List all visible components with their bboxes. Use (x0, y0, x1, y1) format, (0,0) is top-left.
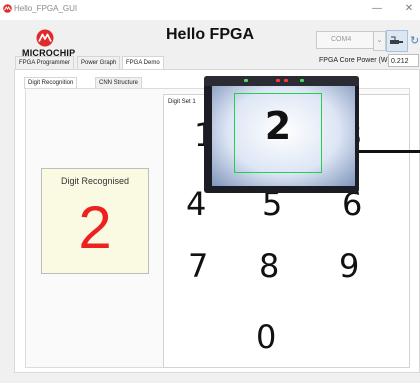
camera-feed-photo: 2 (204, 76, 359, 193)
digit-set-digit: 8 (259, 247, 280, 285)
core-power-value: 0.212 (388, 54, 419, 67)
app-icon (3, 4, 12, 13)
recognised-digit-card: Digit Recognised 2 (41, 168, 149, 274)
recognised-digit-value: 2 (78, 194, 112, 261)
board-led (244, 79, 248, 82)
close-button[interactable]: ✕ (402, 2, 416, 16)
digit-set-digit: 7 (188, 247, 209, 285)
minimize-button[interactable]: — (370, 2, 384, 16)
chevron-down-icon: ⌄ (376, 37, 383, 44)
com-port-select[interactable]: COM4 (316, 31, 374, 49)
digit-set-title: Digit Set 1 (168, 99, 196, 105)
recognised-digit-label: Digit Recognised (60, 176, 130, 186)
com-port-value: COM4 (331, 36, 352, 43)
camera-cable (359, 150, 420, 153)
lcd-screen: 2 (212, 86, 355, 186)
board-led (276, 79, 280, 82)
refresh-icon[interactable]: ↻ (410, 34, 420, 47)
tab-power-graph[interactable]: Power Graph (77, 56, 121, 69)
tab-fpga-demo[interactable]: FPGA Demo (122, 56, 164, 70)
digit-set-digit: 0 (256, 318, 277, 356)
usb-connect-icon (390, 36, 403, 44)
board-led (284, 79, 288, 82)
camera-digit: 2 (264, 104, 292, 148)
digit-set-digit: 9 (339, 247, 360, 285)
com-port-dropdown[interactable]: ⌄ (373, 31, 386, 51)
digit-set-digit: 4 (186, 185, 207, 223)
core-power-label: FPGA Core Power (W) (319, 57, 390, 64)
window-title: Hello_FPGA_GUI (14, 4, 78, 13)
board-header (204, 76, 359, 86)
tab-fpga-programmer[interactable]: FPGA Programmer (15, 56, 75, 69)
board-led (300, 79, 304, 82)
connect-button[interactable] (386, 30, 408, 52)
title-bar: Hello_FPGA_GUI — ✕ (0, 0, 420, 20)
